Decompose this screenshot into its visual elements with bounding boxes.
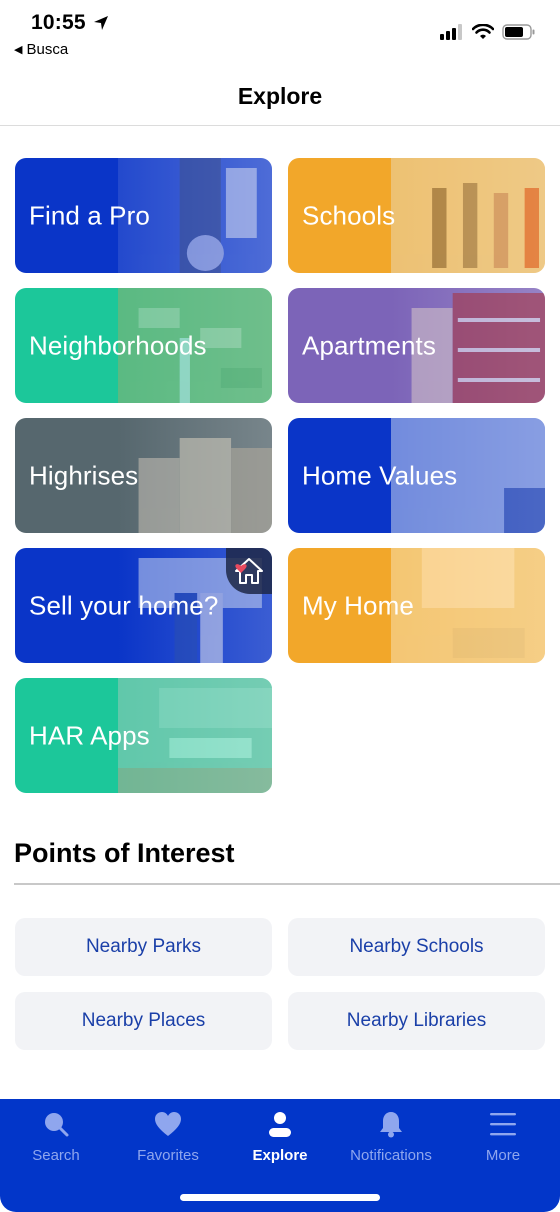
back-triangle-icon: ◀ <box>14 44 23 56</box>
tile-highrises[interactable]: Highrises <box>15 418 272 533</box>
nearby-places-button[interactable]: Nearby Places <box>15 992 272 1050</box>
tile-sell-your-home[interactable]: Sell your home? <box>15 548 272 663</box>
tile-label: Find a Pro <box>29 200 150 230</box>
wifi-icon <box>472 24 494 39</box>
bell-icon <box>376 1109 406 1139</box>
tab-search[interactable]: Search <box>0 1109 112 1164</box>
tile-label: Schools <box>302 200 396 230</box>
highrise-building-image <box>138 438 272 533</box>
tab-more[interactable]: More <box>447 1109 559 1164</box>
tab-bar: Search Favorites Explore Notifications M… <box>0 1099 560 1212</box>
tile-home-values[interactable]: Home Values <box>288 418 545 533</box>
status-bar: 10:55 ◀ Busca <box>0 0 560 68</box>
tab-label: More <box>485 1147 521 1164</box>
tab-label: Notifications <box>350 1147 432 1164</box>
tab-explore[interactable]: Explore <box>224 1109 336 1164</box>
tab-label: Favorites <box>137 1147 199 1164</box>
tile-label: Sell your home? <box>29 590 219 620</box>
nearby-parks-button[interactable]: Nearby Parks <box>15 918 272 976</box>
person-icon <box>265 1109 295 1139</box>
tile-label: HAR Apps <box>29 720 150 750</box>
tile-neighborhoods[interactable]: Neighborhoods <box>15 288 272 403</box>
poi-section-title: Points of Interest <box>14 838 235 868</box>
tab-label: Search <box>32 1147 80 1164</box>
tile-apartments[interactable]: Apartments <box>288 288 545 403</box>
battery-icon <box>502 24 535 40</box>
tile-har-apps[interactable]: HAR Apps <box>15 678 272 793</box>
nearby-schools-button[interactable]: Nearby Schools <box>288 918 545 976</box>
system-icons <box>440 24 536 40</box>
page-title: Explore <box>237 83 323 109</box>
signal-icon <box>440 24 462 40</box>
poi-divider <box>14 883 560 885</box>
location-arrow-icon <box>94 16 108 30</box>
status-time: 10:55 <box>31 11 86 34</box>
sell-home-badge <box>226 548 272 594</box>
tile-schools[interactable]: Schools <box>288 158 545 273</box>
students-image <box>390 158 545 273</box>
heart-icon <box>153 1109 183 1139</box>
laptop-calculator-image <box>390 548 545 663</box>
tile-label: Neighborhoods <box>29 330 207 360</box>
nearby-libraries-button[interactable]: Nearby Libraries <box>288 992 545 1050</box>
heart-house-icon <box>235 558 263 584</box>
search-icon <box>41 1109 71 1139</box>
tile-label: Home Values <box>302 460 458 490</box>
tile-label: My Home <box>302 590 414 620</box>
back-app-label: Busca <box>26 41 69 58</box>
tile-label: Apartments <box>302 330 436 360</box>
back-to-app-link[interactable]: ◀ Busca <box>14 41 68 58</box>
tile-my-home[interactable]: My Home <box>288 548 545 663</box>
poi-buttons: Nearby Parks Nearby Schools Nearby Place… <box>15 918 545 1050</box>
tab-label: Explore <box>252 1147 308 1164</box>
tile-find-a-pro[interactable]: Find a Pro <box>15 158 272 273</box>
nav-header: Explore <box>0 68 560 126</box>
explore-tiles: Find a Pro Schools Neighborhoods Apartme… <box>15 158 545 793</box>
tab-favorites[interactable]: Favorites <box>112 1109 224 1164</box>
tile-label: Highrises <box>29 460 139 490</box>
home-indicator[interactable] <box>180 1194 380 1201</box>
menu-icon <box>488 1109 518 1139</box>
tab-notifications[interactable]: Notifications <box>335 1109 447 1164</box>
